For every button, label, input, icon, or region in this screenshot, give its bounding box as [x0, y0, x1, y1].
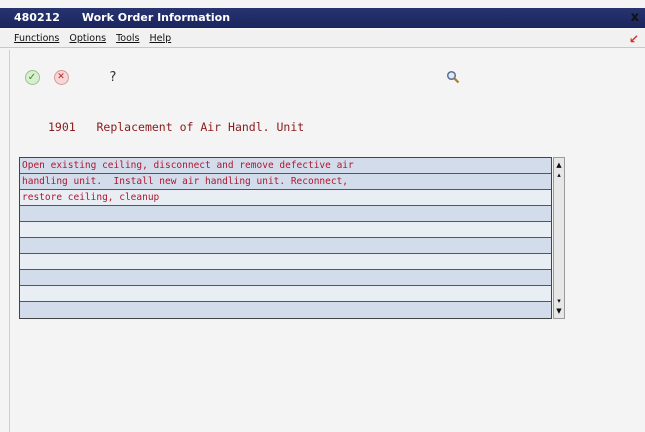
- grid-row[interactable]: [20, 302, 551, 318]
- cancel-button[interactable]: ✕: [51, 67, 71, 87]
- menu-bar: Functions Options Tools Help: [0, 30, 645, 48]
- help-icon: ?: [109, 69, 117, 85]
- scroll-bottom-icon[interactable]: ▼: [554, 306, 564, 316]
- scroll-top-icon[interactable]: ▲: [554, 160, 564, 170]
- menu-help[interactable]: Help: [150, 33, 172, 44]
- ok-button[interactable]: ✓: [22, 67, 42, 87]
- scroll-down-icon[interactable]: ▾: [554, 296, 564, 306]
- form-code: 480212: [14, 11, 60, 24]
- work-order-header: 1901 Replacement of Air Handl. Unit: [48, 120, 304, 134]
- menu-options[interactable]: Options: [69, 33, 106, 44]
- menu-tools[interactable]: Tools: [116, 33, 139, 44]
- menu-functions[interactable]: Functions: [14, 33, 59, 44]
- cancel-icon: ✕: [53, 69, 69, 85]
- description-grid[interactable]: Open existing ceiling, disconnect and re…: [19, 157, 552, 319]
- work-order-window: 480212 Work Order Information x Function…: [0, 0, 645, 432]
- grid-row[interactable]: [20, 238, 551, 254]
- ok-icon: ✓: [24, 69, 40, 85]
- grid-row[interactable]: [20, 286, 551, 302]
- grid-row[interactable]: [20, 254, 551, 270]
- grid-row[interactable]: restore ceiling, cleanup: [20, 190, 551, 206]
- grid-row[interactable]: [20, 222, 551, 238]
- search-icon: [446, 70, 460, 84]
- work-order-number: 1901: [48, 120, 76, 134]
- grid-row[interactable]: [20, 206, 551, 222]
- scroll-up-icon[interactable]: ▴: [554, 170, 564, 180]
- toolbar: ✓ ✕ ?: [0, 67, 645, 91]
- close-icon[interactable]: x: [631, 9, 639, 27]
- search-button[interactable]: [443, 67, 463, 87]
- exit-arrow-icon[interactable]: ↙: [629, 32, 639, 46]
- grid-scrollbar[interactable]: ▲ ▴ ▾ ▼: [553, 157, 565, 319]
- window-title: Work Order Information: [81, 11, 231, 24]
- grid-row[interactable]: Open existing ceiling, disconnect and re…: [20, 158, 551, 174]
- help-button[interactable]: ?: [103, 67, 123, 87]
- work-order-description: Replacement of Air Handl. Unit: [96, 120, 305, 134]
- title-bar: 480212 Work Order Information: [0, 8, 645, 28]
- grid-row[interactable]: handling unit. Install new air handling …: [20, 174, 551, 190]
- window-border: [9, 50, 10, 432]
- grid-row[interactable]: [20, 270, 551, 286]
